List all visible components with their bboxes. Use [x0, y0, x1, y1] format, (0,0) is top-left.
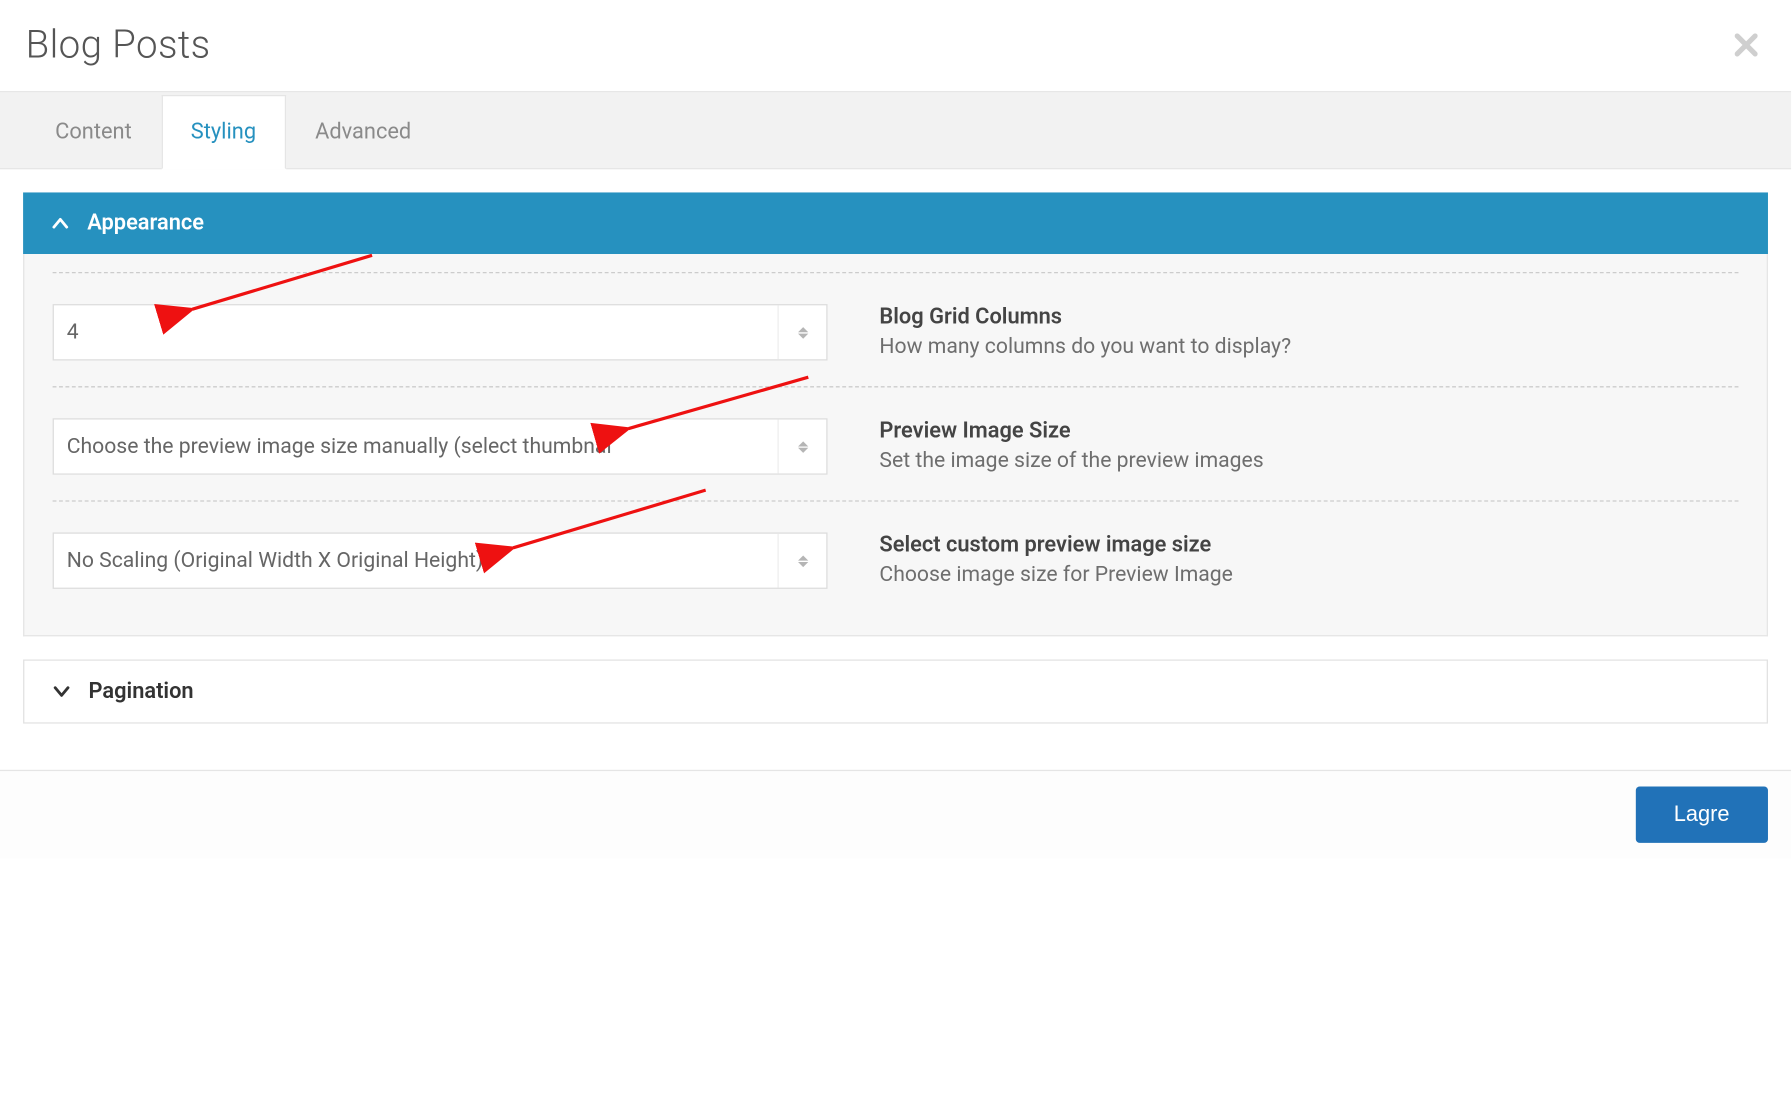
field-row-preview-size: Choose the preview image size manually (…: [53, 386, 1739, 500]
section-appearance-body: 4 Blog Grid Columns How many columns do …: [23, 254, 1768, 636]
sort-icon: [778, 305, 827, 359]
section-pagination-title: Pagination: [89, 679, 194, 705]
tab-advanced[interactable]: Advanced: [286, 95, 441, 168]
columns-label: Blog Grid Columns: [879, 304, 1738, 330]
custom-size-select-value: No Scaling (Original Width X Original He…: [67, 548, 484, 572]
close-icon[interactable]: [1727, 28, 1765, 64]
modal-header: Blog Posts: [0, 0, 1791, 92]
preview-size-label: Preview Image Size: [879, 418, 1738, 444]
preview-size-select[interactable]: Choose the preview image size manually (…: [53, 418, 828, 474]
field-row-custom-size: No Scaling (Original Width X Original He…: [53, 500, 1739, 599]
save-button[interactable]: Lagre: [1635, 786, 1768, 842]
settings-modal: Blog Posts Content Styling Advanced Appe…: [0, 0, 1791, 858]
columns-select[interactable]: 4: [53, 304, 828, 360]
tab-content[interactable]: Content: [26, 95, 162, 168]
section-appearance-header[interactable]: Appearance: [23, 192, 1768, 254]
section-pagination-header[interactable]: Pagination: [23, 659, 1768, 723]
preview-size-select-value: Choose the preview image size manually (…: [67, 434, 612, 458]
chevron-up-icon: [51, 214, 69, 232]
custom-size-description: Choose image size for Preview Image: [879, 563, 1738, 587]
modal-footer: Lagre: [0, 770, 1791, 859]
columns-description: How many columns do you want to display?: [879, 335, 1738, 359]
tab-styling[interactable]: Styling: [161, 95, 285, 169]
custom-size-select[interactable]: No Scaling (Original Width X Original He…: [53, 532, 828, 588]
section-pagination: Pagination: [23, 659, 1768, 723]
custom-size-label: Select custom preview image size: [879, 532, 1738, 558]
section-appearance: Appearance 4 Blog Grid Columns H: [23, 192, 1768, 636]
tab-bar: Content Styling Advanced: [0, 92, 1791, 169]
sort-icon: [778, 534, 827, 588]
field-row-columns: 4 Blog Grid Columns How many columns do …: [53, 272, 1739, 386]
preview-size-description: Set the image size of the preview images: [879, 449, 1738, 473]
sort-icon: [778, 420, 827, 474]
chevron-down-icon: [53, 683, 71, 701]
columns-select-value: 4: [67, 320, 79, 344]
modal-body: Appearance 4 Blog Grid Columns H: [0, 169, 1791, 769]
section-appearance-title: Appearance: [87, 210, 204, 236]
modal-title: Blog Posts: [26, 23, 211, 68]
